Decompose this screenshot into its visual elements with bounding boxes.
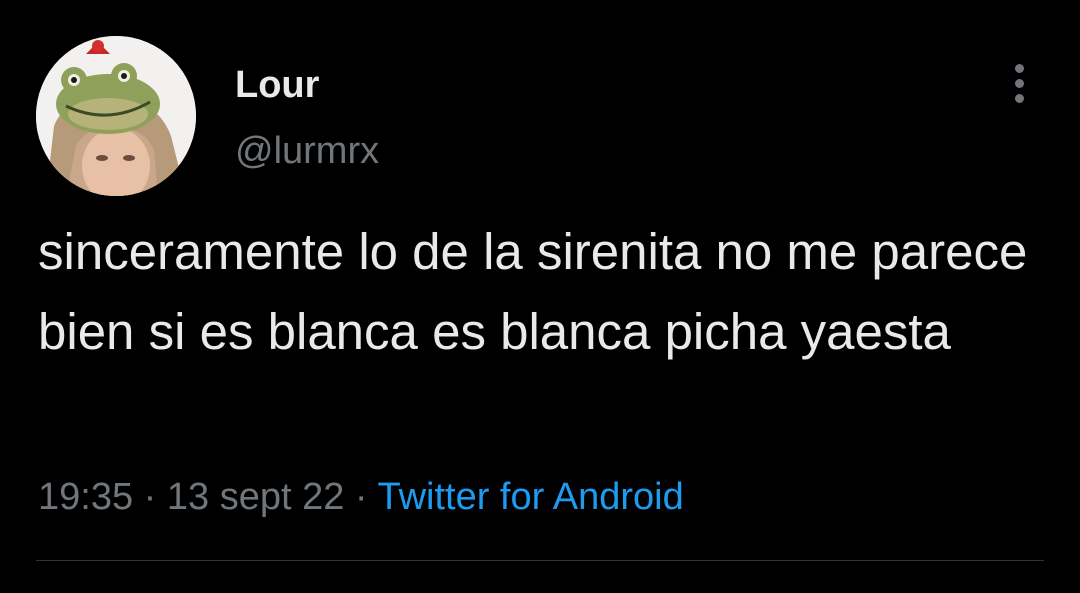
dot bbox=[1015, 79, 1024, 88]
meta-separator: · bbox=[143, 476, 157, 518]
meta-separator: · bbox=[354, 476, 368, 518]
avatar[interactable] bbox=[36, 36, 196, 196]
more-options-icon[interactable] bbox=[1000, 60, 1040, 106]
tweet-text: sinceramente lo de la sirenita no me par… bbox=[38, 223, 1028, 360]
author-handle[interactable]: @lurmrx bbox=[235, 128, 379, 174]
tweet-date[interactable]: 13 sept 22 bbox=[167, 476, 344, 518]
tweet: Lour @lurmrx sinceramente lo de la siren… bbox=[0, 0, 1080, 593]
tweet-source-link[interactable]: Twitter for Android bbox=[377, 476, 683, 518]
author-name[interactable]: Lour bbox=[235, 62, 319, 108]
dot bbox=[1015, 94, 1024, 103]
tweet-meta: 19:35 · 13 sept 22 · Twitter for Android bbox=[38, 472, 684, 522]
avatar-image-icon bbox=[36, 36, 196, 196]
divider bbox=[36, 560, 1044, 561]
dot bbox=[1015, 64, 1024, 73]
tweet-time[interactable]: 19:35 bbox=[38, 476, 133, 518]
